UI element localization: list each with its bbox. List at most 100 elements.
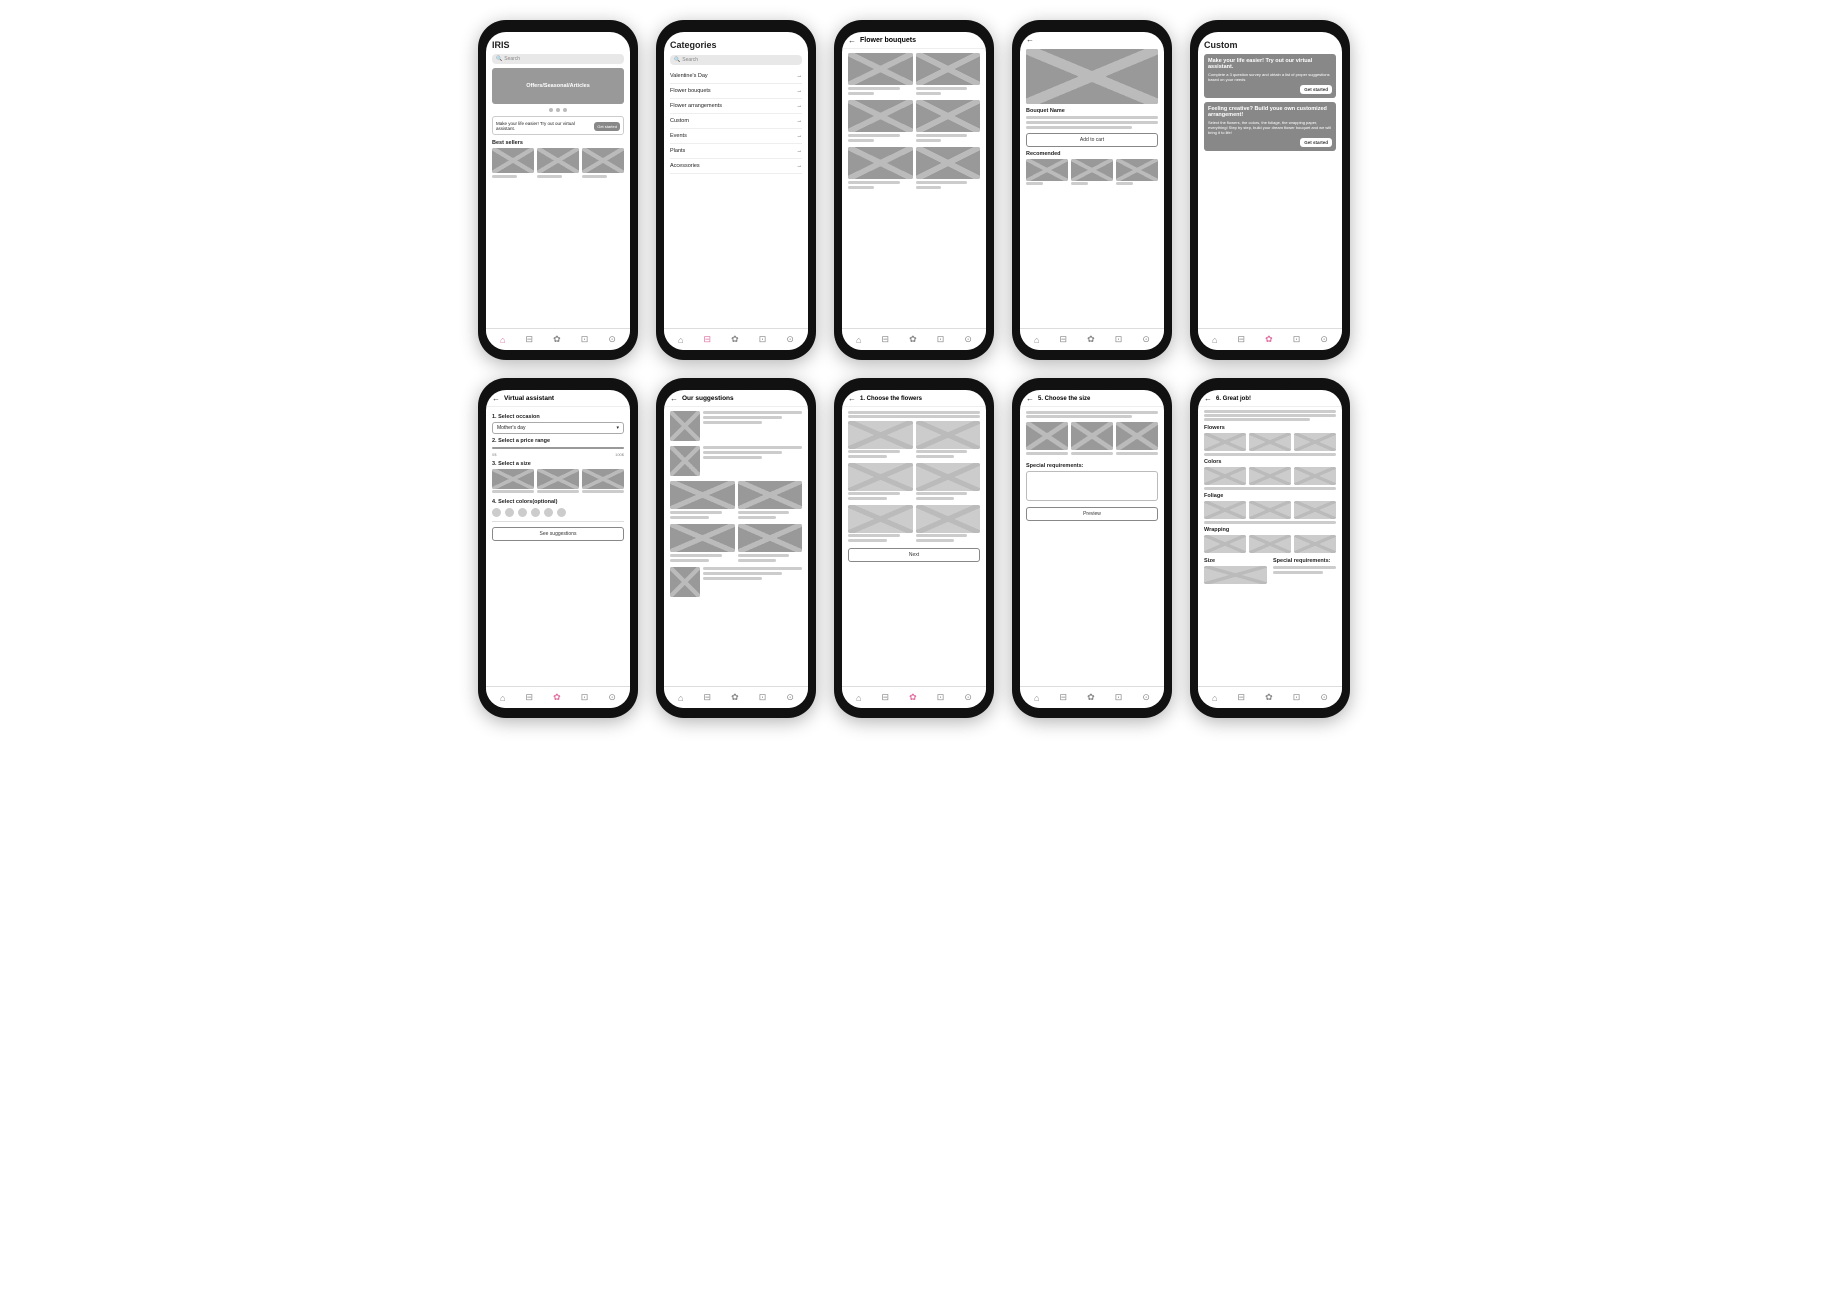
see-suggestions-button[interactable]: See suggestions xyxy=(492,527,624,541)
product-1[interactable] xyxy=(492,148,534,180)
search-bar-categories[interactable]: 🔍 Search xyxy=(670,55,802,65)
nav-cart-icon3[interactable]: ⊡ xyxy=(937,334,945,345)
color-dot-1[interactable] xyxy=(492,508,501,517)
nav-cart-icon7[interactable]: ⊡ xyxy=(759,692,767,703)
nav-history-icon6[interactable]: ⊙ xyxy=(608,692,616,703)
nav-history-icon2[interactable]: ⊙ xyxy=(786,334,794,345)
nav-flowers-icon5[interactable]: ✿ xyxy=(1265,334,1273,345)
back-button-va[interactable]: ← xyxy=(492,394,500,403)
nav-history-icon9[interactable]: ⊙ xyxy=(1142,692,1150,703)
nav-cart-icon10[interactable]: ⊡ xyxy=(1293,692,1301,703)
back-button-fb[interactable]: ← xyxy=(848,36,856,45)
sug-item-4[interactable] xyxy=(738,524,803,564)
size-option-m[interactable] xyxy=(537,469,579,495)
flower-item-6[interactable] xyxy=(916,505,981,544)
nav-home-icon3[interactable]: ⌂ xyxy=(856,335,861,345)
nav-search-icon3[interactable]: ⊟ xyxy=(882,334,890,345)
color-dot-4[interactable] xyxy=(531,508,540,517)
gj-foliage-3[interactable] xyxy=(1294,501,1336,519)
nav-cart-icon8[interactable]: ⊡ xyxy=(937,692,945,703)
nav-cart-icon9[interactable]: ⊡ xyxy=(1115,692,1123,703)
list-item[interactable] xyxy=(916,53,981,97)
nav-search-icon10[interactable]: ⊟ xyxy=(1238,692,1246,703)
cs-size-m[interactable] xyxy=(1071,422,1113,457)
nav-home-icon[interactable]: ⌂ xyxy=(500,335,505,345)
color-dot-6[interactable] xyxy=(557,508,566,517)
nav-home-icon4[interactable]: ⌂ xyxy=(1034,335,1039,345)
nav-history-icon5[interactable]: ⊙ xyxy=(1320,334,1328,345)
nav-home-icon6[interactable]: ⌂ xyxy=(500,693,505,703)
nav-history-icon10[interactable]: ⊙ xyxy=(1320,692,1328,703)
get-started-button-home[interactable]: Get started xyxy=(594,122,620,131)
nav-history-icon3[interactable]: ⊙ xyxy=(964,334,972,345)
list-item[interactable] xyxy=(848,100,913,144)
preview-button[interactable]: Preview xyxy=(1026,507,1158,521)
size-option-s[interactable] xyxy=(492,469,534,495)
nav-cart-icon2[interactable]: ⊡ xyxy=(759,334,767,345)
nav-flowers-icon8[interactable]: ✿ xyxy=(909,692,917,703)
cat-flower-bouquets[interactable]: Flower bouquets→ xyxy=(670,84,802,99)
cs-size-l[interactable] xyxy=(1116,422,1158,457)
get-started-button-2[interactable]: Get started xyxy=(1300,138,1332,147)
nav-flowers-icon6[interactable]: ✿ xyxy=(553,692,561,703)
nav-search-icon8[interactable]: ⊟ xyxy=(882,692,890,703)
sug-img-1[interactable] xyxy=(670,411,700,441)
sug-item-1[interactable] xyxy=(670,481,735,521)
occasion-dropdown[interactable]: Mother's day ▾ xyxy=(492,422,624,434)
back-button-gj[interactable]: ← xyxy=(1204,394,1212,403)
gj-color-1[interactable] xyxy=(1204,467,1246,485)
back-button-cs[interactable]: ← xyxy=(1026,394,1034,403)
nav-search-icon6[interactable]: ⊟ xyxy=(526,692,534,703)
gj-color-3[interactable] xyxy=(1294,467,1336,485)
flower-item-4[interactable] xyxy=(916,463,981,502)
nav-flowers-icon10[interactable]: ✿ xyxy=(1265,692,1273,703)
back-button-sug[interactable]: ← xyxy=(670,394,678,403)
nav-cart-icon5[interactable]: ⊡ xyxy=(1293,334,1301,345)
gj-foliage-1[interactable] xyxy=(1204,501,1246,519)
gj-wrap-3[interactable] xyxy=(1294,535,1336,553)
color-dot-5[interactable] xyxy=(544,508,553,517)
cat-custom[interactable]: Custom→ xyxy=(670,114,802,129)
nav-flowers-icon[interactable]: ✿ xyxy=(553,334,561,345)
rec-item-3[interactable] xyxy=(1116,159,1158,187)
sug-img-3[interactable] xyxy=(670,567,700,597)
nav-search-icon9[interactable]: ⊟ xyxy=(1060,692,1068,703)
cs-size-s[interactable] xyxy=(1026,422,1068,457)
nav-home-icon2[interactable]: ⌂ xyxy=(678,335,683,345)
nav-history-icon[interactable]: ⊙ xyxy=(608,334,616,345)
cat-valentines[interactable]: Valentine's Day→ xyxy=(670,69,802,84)
list-item[interactable] xyxy=(848,53,913,97)
cat-plants[interactable]: Plants→ xyxy=(670,144,802,159)
flower-item-5[interactable] xyxy=(848,505,913,544)
special-req-textarea[interactable] xyxy=(1026,471,1158,501)
nav-history-icon4[interactable]: ⊙ xyxy=(1142,334,1150,345)
rec-item-1[interactable] xyxy=(1026,159,1068,187)
cat-events[interactable]: Events→ xyxy=(670,129,802,144)
product-2[interactable] xyxy=(537,148,579,180)
gj-wrap-2[interactable] xyxy=(1249,535,1291,553)
gj-foliage-2[interactable] xyxy=(1249,501,1291,519)
nav-flowers-icon9[interactable]: ✿ xyxy=(1087,692,1095,703)
nav-flowers-icon4[interactable]: ✿ xyxy=(1087,334,1095,345)
gj-size-img[interactable] xyxy=(1204,566,1267,584)
nav-home-icon10[interactable]: ⌂ xyxy=(1212,693,1217,703)
nav-home-icon7[interactable]: ⌂ xyxy=(678,693,683,703)
size-option-l[interactable] xyxy=(582,469,624,495)
nav-history-icon8[interactable]: ⊙ xyxy=(964,692,972,703)
back-button-pd[interactable]: ← xyxy=(1026,35,1034,44)
nav-search-icon5[interactable]: ⊟ xyxy=(1238,334,1246,345)
gj-wrap-1[interactable] xyxy=(1204,535,1246,553)
nav-search-icon7[interactable]: ⊟ xyxy=(704,692,712,703)
nav-search-icon4[interactable]: ⊟ xyxy=(1060,334,1068,345)
next-button[interactable]: Next xyxy=(848,548,980,562)
nav-flowers-icon3[interactable]: ✿ xyxy=(909,334,917,345)
sug-img-2[interactable] xyxy=(670,446,700,476)
nav-flowers-icon7[interactable]: ✿ xyxy=(731,692,739,703)
nav-cart-icon6[interactable]: ⊡ xyxy=(581,692,589,703)
gj-color-2[interactable] xyxy=(1249,467,1291,485)
back-button-cf[interactable]: ← xyxy=(848,394,856,403)
get-started-button-1[interactable]: Get started xyxy=(1300,85,1332,94)
gj-flower-3[interactable] xyxy=(1294,433,1336,451)
sug-item-2[interactable] xyxy=(738,481,803,521)
cat-accessories[interactable]: Accessories→ xyxy=(670,159,802,174)
